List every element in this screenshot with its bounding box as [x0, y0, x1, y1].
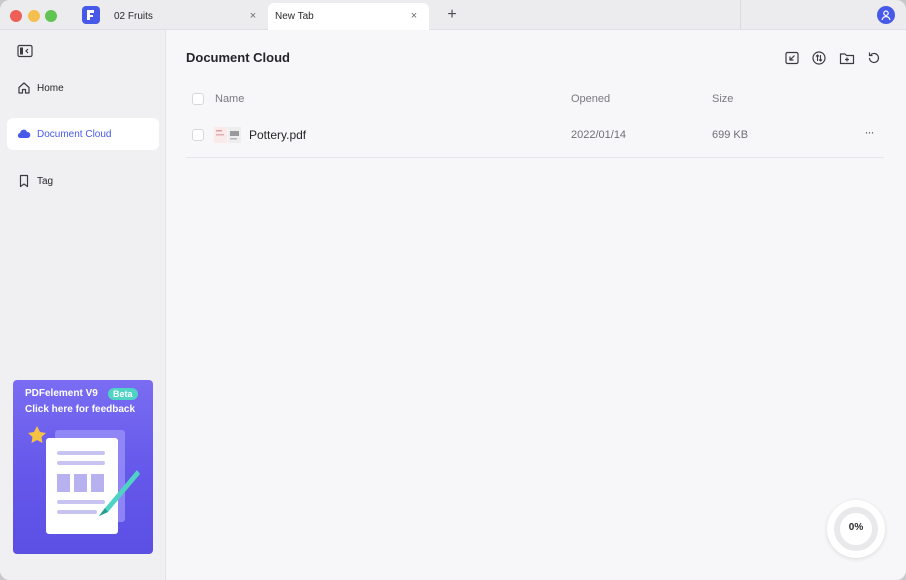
app-logo-icon: [82, 6, 100, 24]
minimize-window-button[interactable]: [28, 10, 40, 22]
select-all-checkbox[interactable]: [192, 93, 204, 105]
upload-icon[interactable]: [784, 50, 800, 66]
beta-badge: Beta: [108, 388, 138, 400]
refresh-icon[interactable]: [866, 50, 882, 66]
new-tab-button[interactable]: +: [444, 6, 460, 24]
titlebar-divider: [740, 0, 741, 30]
close-window-button[interactable]: [10, 10, 22, 22]
home-icon: [17, 81, 31, 95]
file-opened-date: 2022/01/14: [571, 129, 627, 141]
document-illustration: [28, 426, 140, 534]
tab-close-icon[interactable]: ×: [246, 9, 260, 23]
file-size: 699 KB: [712, 129, 749, 141]
sidebar-item-tag[interactable]: Tag: [7, 165, 159, 197]
table-row[interactable]: Pottery.pdf 2022/01/14 699 KB ···: [186, 118, 884, 158]
tab-close-icon[interactable]: ×: [407, 9, 421, 23]
sidebar: Home Document Cloud Tag PDFelement V9 Be…: [0, 30, 166, 580]
file-name[interactable]: Pottery.pdf: [249, 128, 306, 142]
progress-label: 0%: [848, 522, 864, 533]
main-content: Document Cloud Name Opened Size Pottery.…: [167, 30, 906, 580]
tab-label: New Tab: [275, 11, 314, 22]
sidebar-toggle-icon[interactable]: [17, 44, 33, 58]
app-window: 02 Fruits × New Tab × + Home Document Cl…: [0, 0, 906, 580]
column-header-size[interactable]: Size: [712, 93, 733, 105]
feedback-promo-card[interactable]: PDFelement V9 Beta Click here for feedba…: [13, 380, 153, 554]
sync-icon[interactable]: [811, 50, 827, 66]
bookmark-icon: [17, 174, 31, 188]
column-header-name[interactable]: Name: [215, 93, 244, 105]
title-bar: 02 Fruits × New Tab × +: [0, 0, 906, 30]
pdf-thumbnail-icon: [214, 127, 241, 143]
cloud-icon: [17, 127, 31, 141]
promo-title: PDFelement V9: [25, 388, 98, 399]
upload-progress-indicator[interactable]: 0%: [827, 500, 885, 558]
promo-subtitle: Click here for feedback: [25, 404, 136, 415]
sidebar-item-home[interactable]: Home: [7, 72, 159, 104]
sidebar-item-document-cloud[interactable]: Document Cloud: [7, 118, 159, 150]
sidebar-item-label: Tag: [37, 175, 54, 187]
tab-label: 02 Fruits: [114, 11, 153, 22]
new-folder-icon[interactable]: [839, 50, 855, 66]
page-title: Document Cloud: [186, 50, 290, 65]
sidebar-item-label: Document Cloud: [37, 128, 112, 140]
tab-new-tab[interactable]: New Tab ×: [268, 3, 429, 30]
sidebar-item-label: Home: [37, 82, 64, 94]
row-checkbox[interactable]: [192, 129, 204, 141]
maximize-window-button[interactable]: [45, 10, 57, 22]
column-header-opened[interactable]: Opened: [571, 93, 610, 105]
more-options-icon[interactable]: ···: [861, 126, 877, 142]
tab-02-fruits[interactable]: 02 Fruits ×: [106, 3, 266, 30]
account-avatar-icon[interactable]: [877, 6, 895, 24]
